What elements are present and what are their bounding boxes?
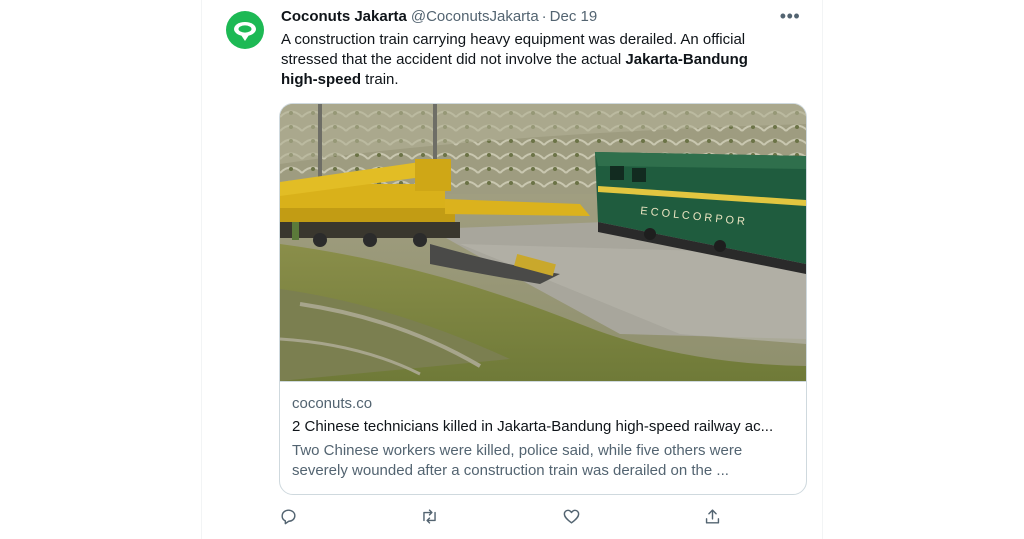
tweet-text: A construction train carrying heavy equi… xyxy=(281,30,801,90)
tweet-text-end: train. xyxy=(361,71,399,88)
tweet-actions xyxy=(274,502,724,530)
tweet-text-bold: Jakarta-Bandung xyxy=(625,51,748,68)
tweet-text-line2: stressed that the accident did not invol… xyxy=(281,51,626,68)
author-handle[interactable]: @CoconutsJakarta xyxy=(411,8,539,25)
derailed-train-photo[interactable]: E C O L C O R P O R xyxy=(280,104,806,381)
card-domain: coconuts.co xyxy=(292,395,373,412)
more-horizontal-icon: ••• xyxy=(779,5,801,26)
more-options-button[interactable]: ••• xyxy=(778,5,802,27)
avatar[interactable] xyxy=(222,7,268,53)
reply-button[interactable] xyxy=(274,502,302,530)
tweet[interactable]: Coconuts Jakarta @CoconutsJakarta · Dec … xyxy=(202,0,822,539)
card-title[interactable]: 2 Chinese technicians killed in Jakarta-… xyxy=(292,417,794,439)
card-description-line2: severely wounded after a construction tr… xyxy=(292,462,729,479)
tweet-text-line1: A construction train carrying heavy equi… xyxy=(281,31,746,48)
retweet-button[interactable] xyxy=(415,502,443,530)
coconuts-logo-icon xyxy=(223,8,267,52)
share-icon xyxy=(705,508,719,524)
card-description: Two Chinese workers were killed, police … xyxy=(292,441,794,481)
link-card[interactable]: E C O L C O R P O R coconuts.co 2 Chines… xyxy=(279,103,807,495)
like-icon xyxy=(563,509,579,524)
like-button[interactable] xyxy=(557,502,585,530)
author-name[interactable]: Coconuts Jakarta xyxy=(281,8,407,25)
separator: · xyxy=(541,7,547,25)
reply-icon xyxy=(280,508,296,524)
retweet-icon xyxy=(422,508,436,524)
tweet-header: Coconuts Jakarta @CoconutsJakarta · Dec … xyxy=(281,5,808,27)
share-button[interactable] xyxy=(698,502,726,530)
tweet-date[interactable]: Dec 19 xyxy=(550,8,598,25)
card-meta: coconuts.co 2 Chinese technicians killed… xyxy=(280,381,806,494)
card-description-line1: Two Chinese workers were killed, police … xyxy=(292,442,743,459)
tweet-text-bold2: high-speed xyxy=(281,71,362,88)
